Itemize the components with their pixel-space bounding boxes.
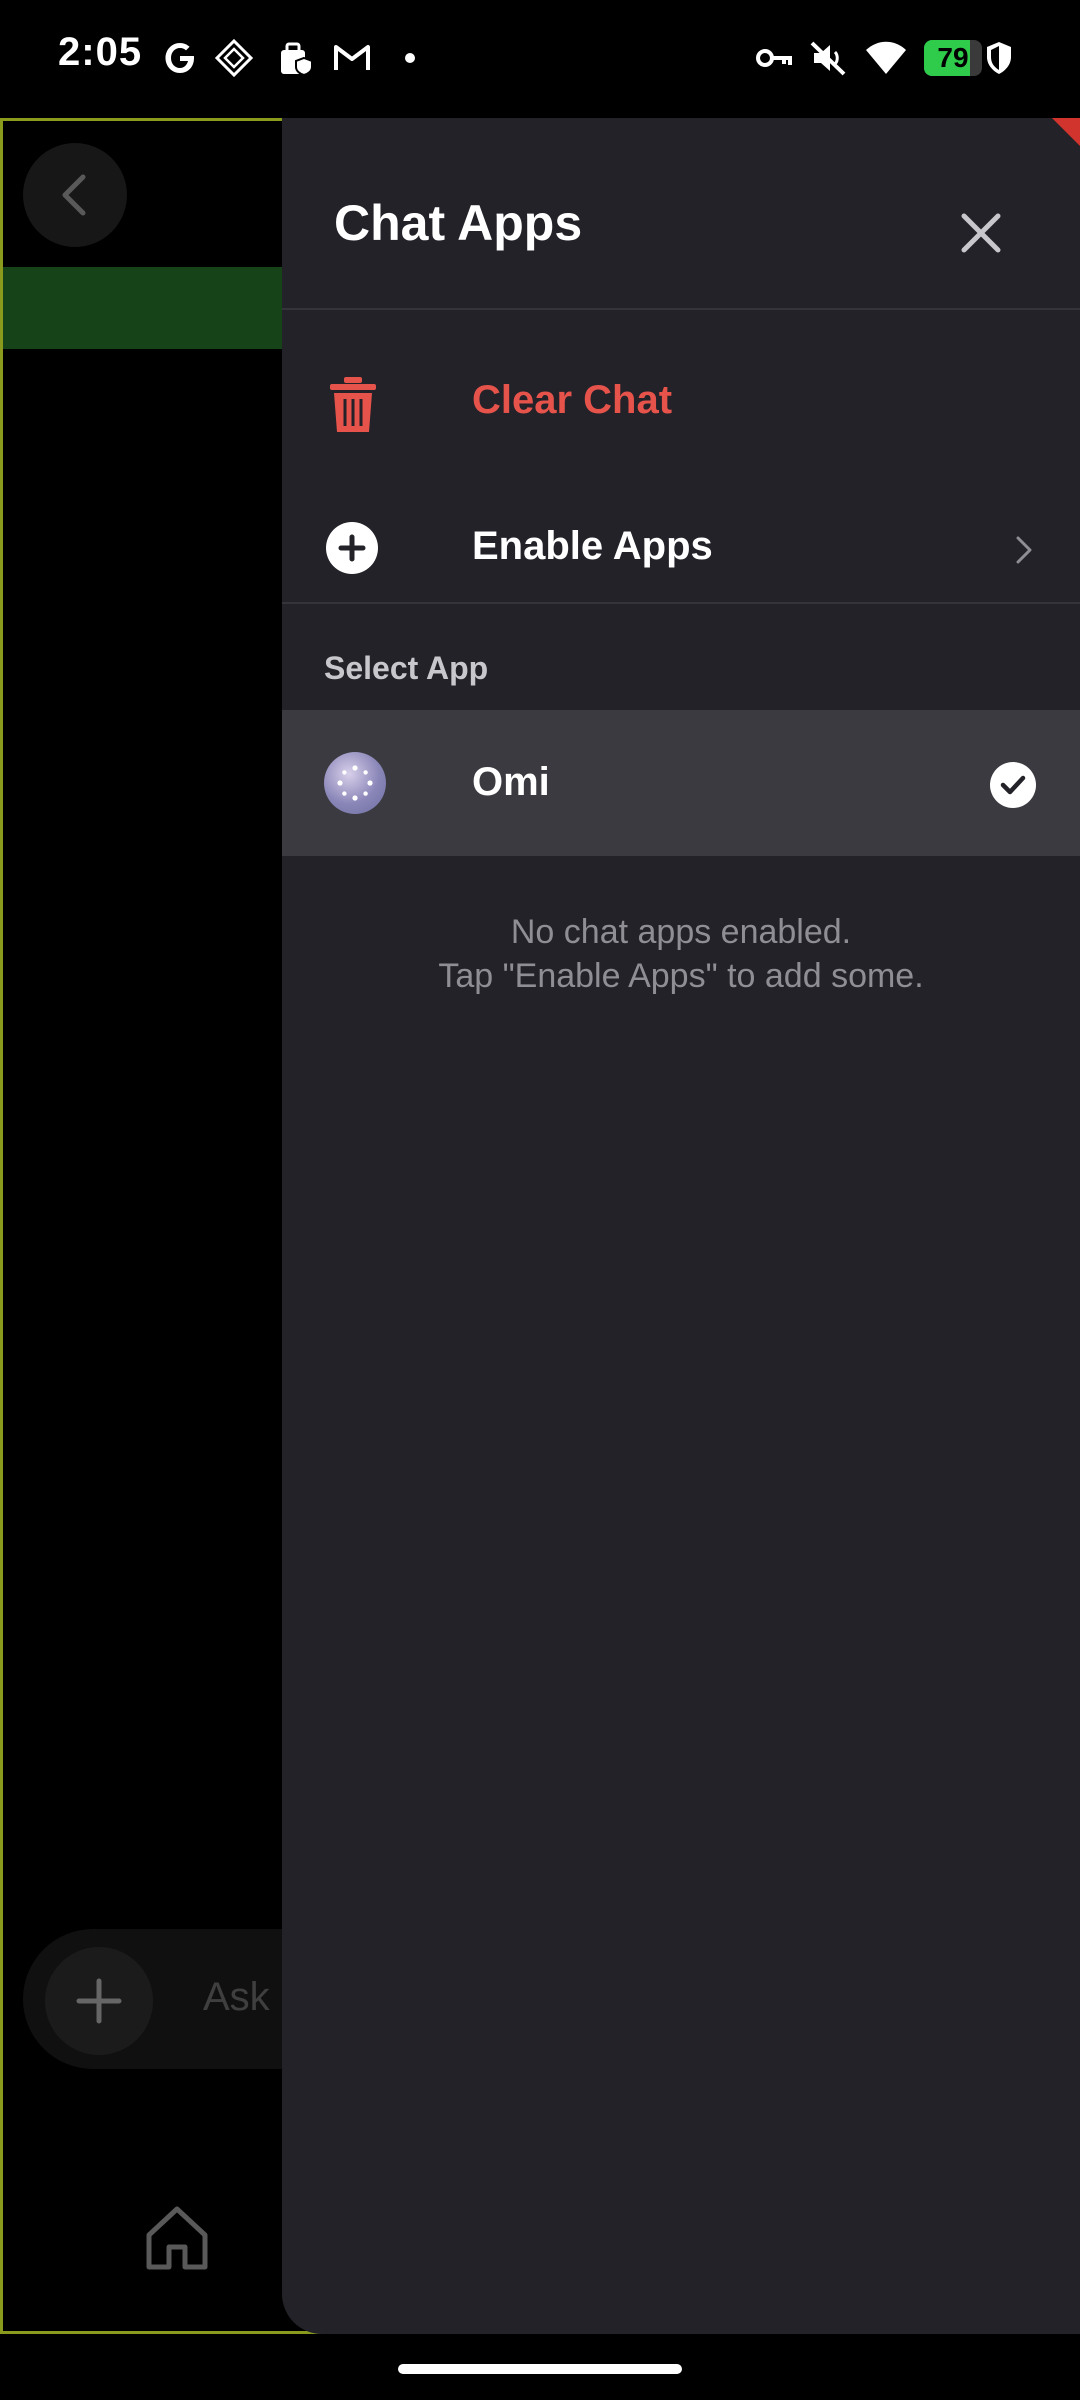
trash-icon <box>330 377 376 432</box>
wifi-icon <box>866 41 906 74</box>
status-time: 2:05 <box>58 30 143 74</box>
status-bar: 2:05 79 <box>0 0 1080 118</box>
check-icon <box>1000 775 1026 795</box>
selected-check <box>990 762 1036 808</box>
divider <box>282 308 1080 310</box>
enable-apps-item[interactable]: Enable Apps <box>282 478 1080 618</box>
work-profile-icon <box>281 42 313 77</box>
clear-chat-item[interactable]: Clear Chat <box>282 332 1080 472</box>
app-name: Omi <box>472 760 550 804</box>
chevron-right-icon <box>1016 536 1032 564</box>
gmail-icon <box>334 45 370 70</box>
omi-logo-icon <box>337 765 373 801</box>
omi-avatar <box>324 752 386 814</box>
notification-dot-icon <box>405 53 415 63</box>
empty-state-line-1: No chat apps enabled. <box>510 913 852 951</box>
divider <box>282 602 1080 604</box>
empty-state-line-2: Tap "Enable Apps" to add some. <box>438 957 924 995</box>
close-icon <box>961 213 1001 253</box>
battery-icon: 79 <box>924 40 982 76</box>
select-app-label: Select App <box>324 650 489 686</box>
gesture-nav-handle[interactable] <box>398 2364 682 2374</box>
shield-icon <box>987 42 1011 74</box>
close-button[interactable] <box>946 198 1016 268</box>
enable-apps-label: Enable Apps <box>472 524 713 568</box>
clear-chat-label: Clear Chat <box>472 378 673 422</box>
drawer-title: Chat Apps <box>334 195 583 251</box>
diamond-app-icon <box>214 38 254 78</box>
battery-text: 79 <box>937 42 969 73</box>
empty-state-message: No chat apps enabled. Tap "Enable Apps" … <box>282 910 1080 998</box>
vpn-key-icon <box>756 49 792 67</box>
screen: 2:05 79 Ask Chat Apps Clear Chat Enable … <box>0 0 1080 2400</box>
mute-icon <box>810 41 846 76</box>
add-circle-icon <box>326 522 378 574</box>
app-option-omi[interactable]: Omi <box>282 710 1080 856</box>
chat-apps-drawer: Chat Apps Clear Chat Enable Apps Select … <box>282 118 1080 2334</box>
google-icon <box>165 43 194 73</box>
debug-banner-corner <box>1052 118 1080 146</box>
